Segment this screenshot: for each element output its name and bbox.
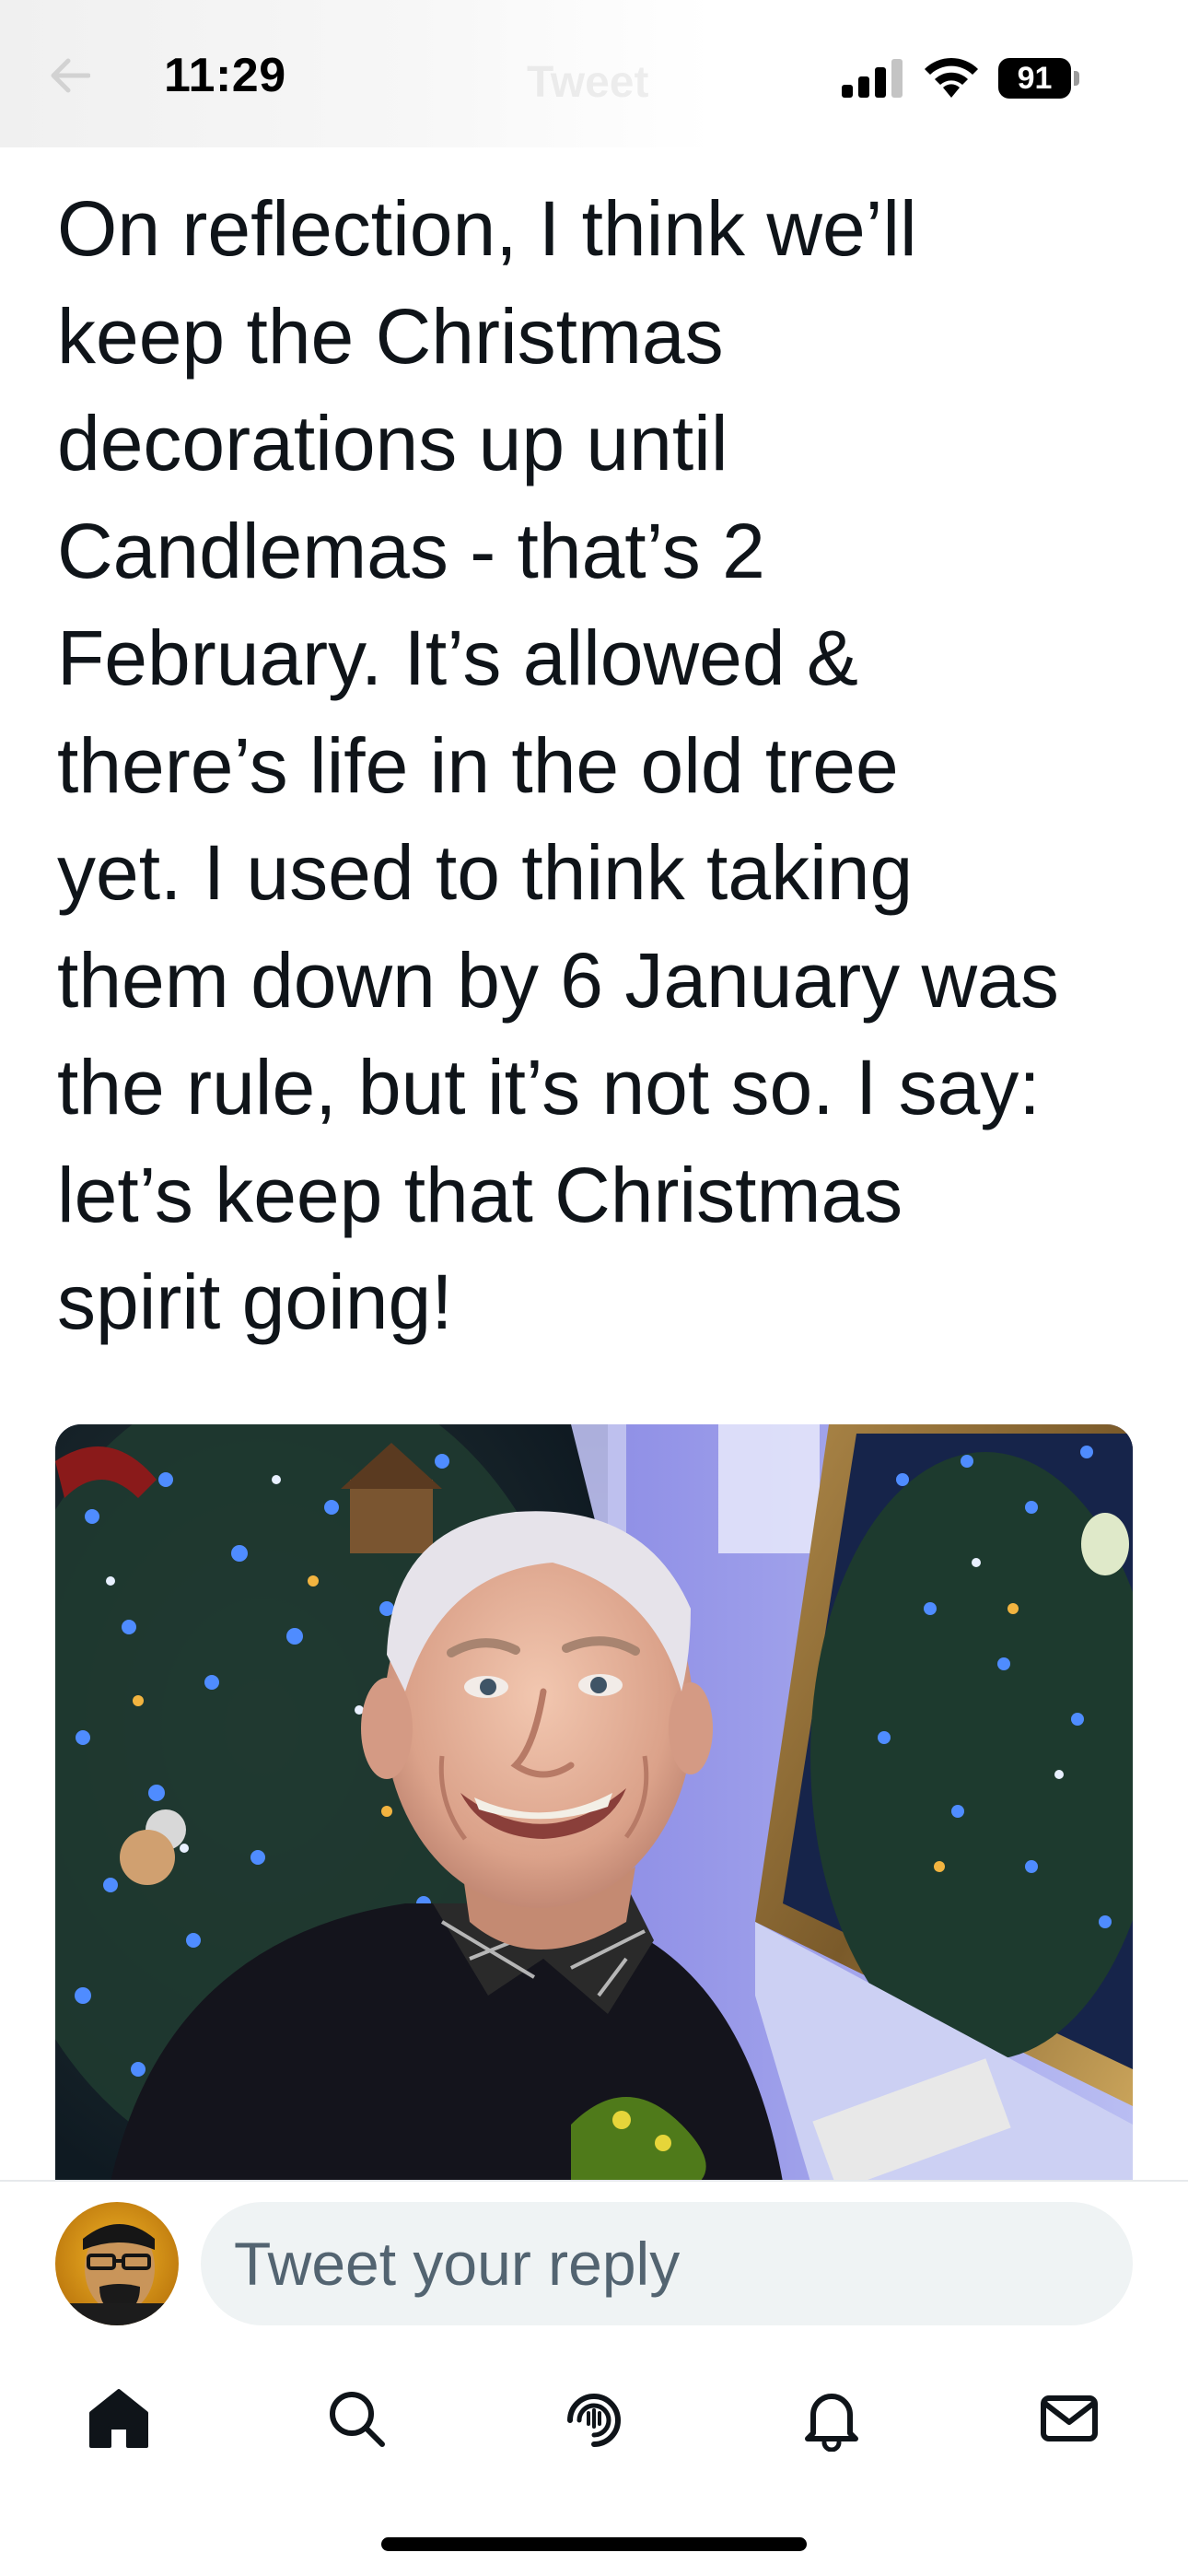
- avatar[interactable]: [55, 2202, 179, 2325]
- back-arrow-icon[interactable]: [48, 57, 90, 94]
- selfie-christmas-tree-image: [55, 1424, 1133, 2182]
- header-title: Tweet: [527, 58, 649, 107]
- status-bar: Tweet 11:29 91: [0, 0, 1188, 147]
- tab-home[interactable]: [59, 2359, 179, 2478]
- user-avatar-image: [55, 2202, 179, 2325]
- tab-bar: [0, 2359, 1188, 2478]
- tab-spaces[interactable]: [534, 2359, 654, 2478]
- messages-icon: [1041, 2395, 1098, 2441]
- spaces-icon: [567, 2394, 621, 2447]
- tweet-photo[interactable]: [55, 1424, 1133, 2182]
- notifications-icon: [805, 2394, 858, 2452]
- cellular-signal-icon: [842, 59, 903, 98]
- battery-nub: [1074, 71, 1079, 86]
- home-indicator: [381, 2537, 807, 2551]
- wifi-icon: [925, 57, 978, 98]
- tab-search[interactable]: [297, 2359, 416, 2478]
- reply-divider: [0, 2180, 1188, 2182]
- tab-notifications[interactable]: [772, 2359, 891, 2478]
- reply-input[interactable]: [201, 2202, 1133, 2325]
- tweet-text: On reflection, I think we’ll keep the Ch…: [57, 185, 1059, 1345]
- search-icon: [330, 2392, 385, 2447]
- battery-indicator: 91: [998, 57, 1079, 100]
- home-icon: [89, 2389, 148, 2448]
- tab-messages[interactable]: [1009, 2359, 1129, 2478]
- status-time: 11:29: [164, 49, 286, 102]
- battery-level: 91: [998, 58, 1072, 99]
